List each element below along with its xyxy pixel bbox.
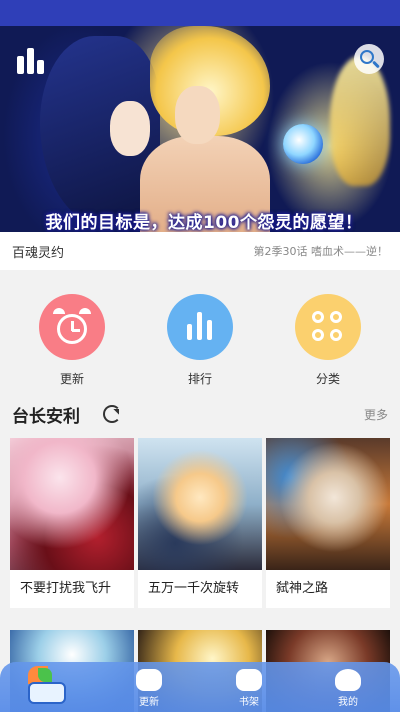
- featured-title: 百魂灵约: [12, 246, 65, 261]
- tab-label: 我的: [338, 697, 358, 708]
- ranking-icon[interactable]: [16, 44, 46, 74]
- more-link[interactable]: 更多: [364, 406, 388, 423]
- comic-card[interactable]: 五万一千次旋转: [138, 438, 262, 608]
- tab-label: 更新: [139, 697, 159, 708]
- banner-art-face: [110, 101, 150, 156]
- menu-item-update[interactable]: 更新: [32, 294, 112, 387]
- menu-label: 更新: [59, 372, 84, 386]
- hero-banner[interactable]: 我们的目标是，达成100个怨灵的愿望！: [0, 26, 400, 232]
- grid-icon: [295, 294, 361, 360]
- menu-item-ranking[interactable]: 排行: [160, 294, 240, 387]
- comic-title: 五万一千次旋转: [138, 570, 262, 608]
- banner-art-orb: [283, 124, 323, 164]
- featured-info-row[interactable]: 百魂灵约 第2季30话 嗜血术——逆！: [0, 232, 400, 270]
- profile-icon: [335, 669, 361, 691]
- alarm-clock-icon: [39, 294, 105, 360]
- comic-cover: [138, 438, 262, 570]
- comic-cover: [10, 438, 134, 570]
- bookshelf-icon: [236, 669, 262, 691]
- tab-profile[interactable]: 我的: [318, 669, 378, 708]
- banner-art-flame: [330, 56, 390, 186]
- comic-card[interactable]: 弑神之路: [266, 438, 390, 608]
- menu-item-category[interactable]: 分类: [288, 294, 368, 387]
- bar-chart-icon: [167, 294, 233, 360]
- search-icon[interactable]: [354, 44, 384, 74]
- tab-label: 书架: [239, 697, 259, 708]
- refresh-icon[interactable]: [103, 405, 121, 423]
- status-bar: [0, 0, 400, 26]
- section-header: 台长安利 更多: [0, 396, 400, 436]
- comic-card[interactable]: 不要打扰我飞升: [10, 438, 134, 608]
- tab-bookshelf[interactable]: 书架: [219, 669, 279, 708]
- menu-label: 排行: [187, 372, 212, 386]
- featured-episode: 第2季30话 嗜血术——逆！: [253, 245, 389, 258]
- banner-caption: 我们的目标是，达成100个怨灵的愿望！: [45, 213, 363, 232]
- comic-title: 不要打扰我飞升: [10, 570, 134, 608]
- tab-update[interactable]: 更新: [119, 669, 179, 708]
- banner-art-face: [175, 86, 220, 144]
- comic-cover: [266, 438, 390, 570]
- section-title: 台长安利: [12, 407, 80, 427]
- update-icon: [136, 669, 162, 691]
- category-menu: 更新 排行 分类: [0, 278, 400, 390]
- menu-label: 分类: [315, 372, 340, 386]
- recommend-cards: 不要打扰我飞升 五万一千次旋转 弑神之路: [0, 438, 400, 610]
- comic-title: 弑神之路: [266, 570, 390, 608]
- home-icon[interactable]: [22, 666, 68, 706]
